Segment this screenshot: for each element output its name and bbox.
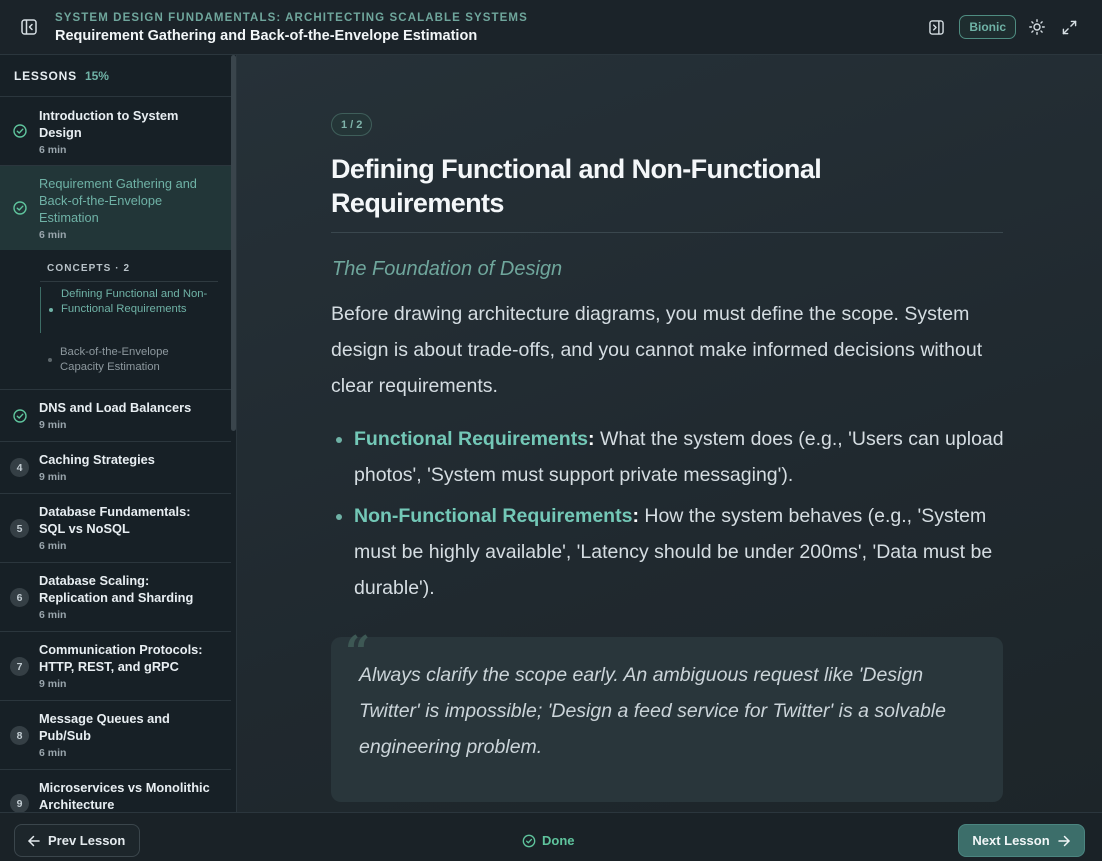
check-circle-icon — [522, 834, 536, 848]
check-circle-icon — [13, 201, 27, 215]
lesson-title: Introduction to System Design — [39, 108, 179, 140]
lesson-item-caching-strategies[interactable]: 4 Caching Strategies 9 min — [0, 442, 231, 494]
lesson-duration: 6 min — [39, 540, 67, 552]
concept-item-capacity-estimation[interactable]: Back-of-the-Envelope Capacity Estimation — [40, 345, 225, 377]
bullet-term: Non-Functional Requirements — [354, 505, 633, 527]
lessons-heading: LESSONS — [14, 68, 77, 83]
quote-text: Always clarify the scope early. An ambig… — [359, 664, 946, 758]
concept-pager-badge: 1 / 2 — [331, 113, 373, 136]
intro-paragraph: Before drawing architecture diagrams, yo… — [331, 303, 983, 397]
sidebar-scrollbar[interactable] — [231, 55, 236, 431]
prev-lesson-label: Prev Lesson — [48, 833, 126, 848]
lesson-title: Database Fundamentals: SQL vs NoSQL — [39, 504, 191, 536]
next-lesson-label: Next Lesson — [972, 833, 1050, 848]
lesson-number-badge: 9 — [10, 794, 29, 812]
lesson-title: Requirement Gathering and Back-of-the-En… — [55, 28, 478, 44]
lesson-item-introduction[interactable]: Introduction to System Design 6 min — [0, 97, 231, 166]
check-circle-icon — [13, 409, 27, 423]
lesson-item-database-fundamentals[interactable]: 5 Database Fundamentals: SQL vs NoSQL 6 … — [0, 494, 231, 563]
concept-label: Defining Functional and Non-Functional R… — [61, 288, 208, 315]
concept-title: Defining Functional and Non-Functional R… — [331, 154, 822, 218]
concepts-heading: CONCEPTS · 2 — [47, 263, 131, 274]
lesson-title: Communication Protocols: HTTP, REST, and… — [39, 642, 203, 674]
done-indicator: Done — [522, 833, 575, 848]
lesson-item-message-queues[interactable]: 8 Message Queues and Pub/Sub 6 min — [0, 701, 231, 770]
prev-lesson-button[interactable]: Prev Lesson — [14, 824, 141, 857]
lesson-item-microservices[interactable]: 9 Microservices vs Monolithic Architectu… — [0, 770, 231, 812]
lesson-number-badge: 7 — [10, 657, 29, 676]
lesson-duration: 9 min — [39, 471, 67, 483]
lesson-title: Caching Strategies — [39, 452, 155, 467]
lesson-footer: Prev Lesson Done Next Lesson — [0, 812, 1102, 861]
lesson-title: Message Queues and Pub/Sub — [39, 711, 170, 743]
arrow-left-icon — [27, 834, 41, 848]
lesson-title: Database Scaling: Replication and Shardi… — [39, 573, 194, 605]
lesson-number-badge: 4 — [10, 458, 29, 477]
arrow-right-icon — [1057, 834, 1071, 848]
lesson-duration: 6 min — [39, 229, 67, 241]
next-lesson-button[interactable]: Next Lesson — [958, 824, 1085, 857]
done-label: Done — [542, 833, 575, 848]
lesson-item-requirement-gathering[interactable]: Requirement Gathering and Back-of-the-En… — [0, 166, 231, 250]
bionic-toggle-button[interactable]: Bionic — [959, 15, 1016, 39]
lesson-content: 1 / 2 Defining Functional and Non-Functi… — [237, 55, 1102, 812]
lesson-title: Microservices vs Monolithic Architecture — [39, 780, 210, 812]
callout-quote: “ Always clarify the scope early. An amb… — [331, 627, 1003, 802]
lesson-title: DNS and Load Balancers — [39, 400, 192, 415]
expand-icon[interactable] — [1058, 16, 1080, 38]
bullet-term: Functional Requirements — [354, 428, 589, 450]
divider — [40, 281, 218, 282]
lesson-duration: 6 min — [39, 609, 67, 621]
app-header: SYSTEM DESIGN FUNDAMENTALS: ARCHITECTING… — [0, 0, 1102, 55]
requirements-list: Functional Requirements: What the system… — [331, 421, 1011, 611]
lesson-duration: 6 min — [39, 144, 67, 156]
course-title: SYSTEM DESIGN FUNDAMENTALS: ARCHITECTING… — [55, 12, 528, 24]
lesson-number-badge: 6 — [10, 588, 29, 607]
lesson-number-badge: 8 — [10, 726, 29, 745]
bullet-dot — [336, 437, 342, 443]
active-dot — [49, 308, 53, 312]
check-circle-icon — [13, 124, 27, 138]
list-item: Non-Functional Requirements: How the sys… — [331, 498, 1011, 606]
sun-icon[interactable] — [1026, 16, 1048, 38]
sidebar-collapse-icon[interactable] — [20, 18, 38, 36]
lesson-number-badge: 5 — [10, 519, 29, 538]
lesson-title: Requirement Gathering and Back-of-the-En… — [39, 176, 197, 225]
lesson-item-dns-load-balancers[interactable]: DNS and Load Balancers 9 min — [0, 390, 231, 442]
divider — [331, 232, 1003, 233]
lesson-item-communication-protocols[interactable]: 7 Communication Protocols: HTTP, REST, a… — [0, 632, 231, 701]
section-subheading: The Foundation of Design — [332, 258, 563, 280]
concepts-list: CONCEPTS · 2 Defining Functional and Non… — [0, 250, 231, 390]
list-item: Functional Requirements: What the system… — [331, 421, 1011, 493]
progress-percent: 15% — [84, 68, 109, 83]
bullet-dot — [336, 514, 342, 520]
sidebar-header: LESSONS 15% — [0, 55, 236, 97]
panel-toggle-icon[interactable] — [925, 16, 947, 38]
lesson-duration: 9 min — [39, 419, 67, 431]
lesson-duration: 6 min — [39, 747, 67, 759]
concept-item-functional-requirements[interactable]: Defining Functional and Non-Functional R… — [40, 287, 225, 333]
concept-label: Back-of-the-Envelope Capacity Estimation — [60, 346, 169, 373]
lesson-duration: 9 min — [39, 678, 67, 690]
inactive-dot — [48, 358, 52, 362]
lesson-item-database-scaling[interactable]: 6 Database Scaling: Replication and Shar… — [0, 563, 231, 632]
lessons-sidebar: LESSONS 15% Introduction to System Desig… — [0, 55, 237, 812]
